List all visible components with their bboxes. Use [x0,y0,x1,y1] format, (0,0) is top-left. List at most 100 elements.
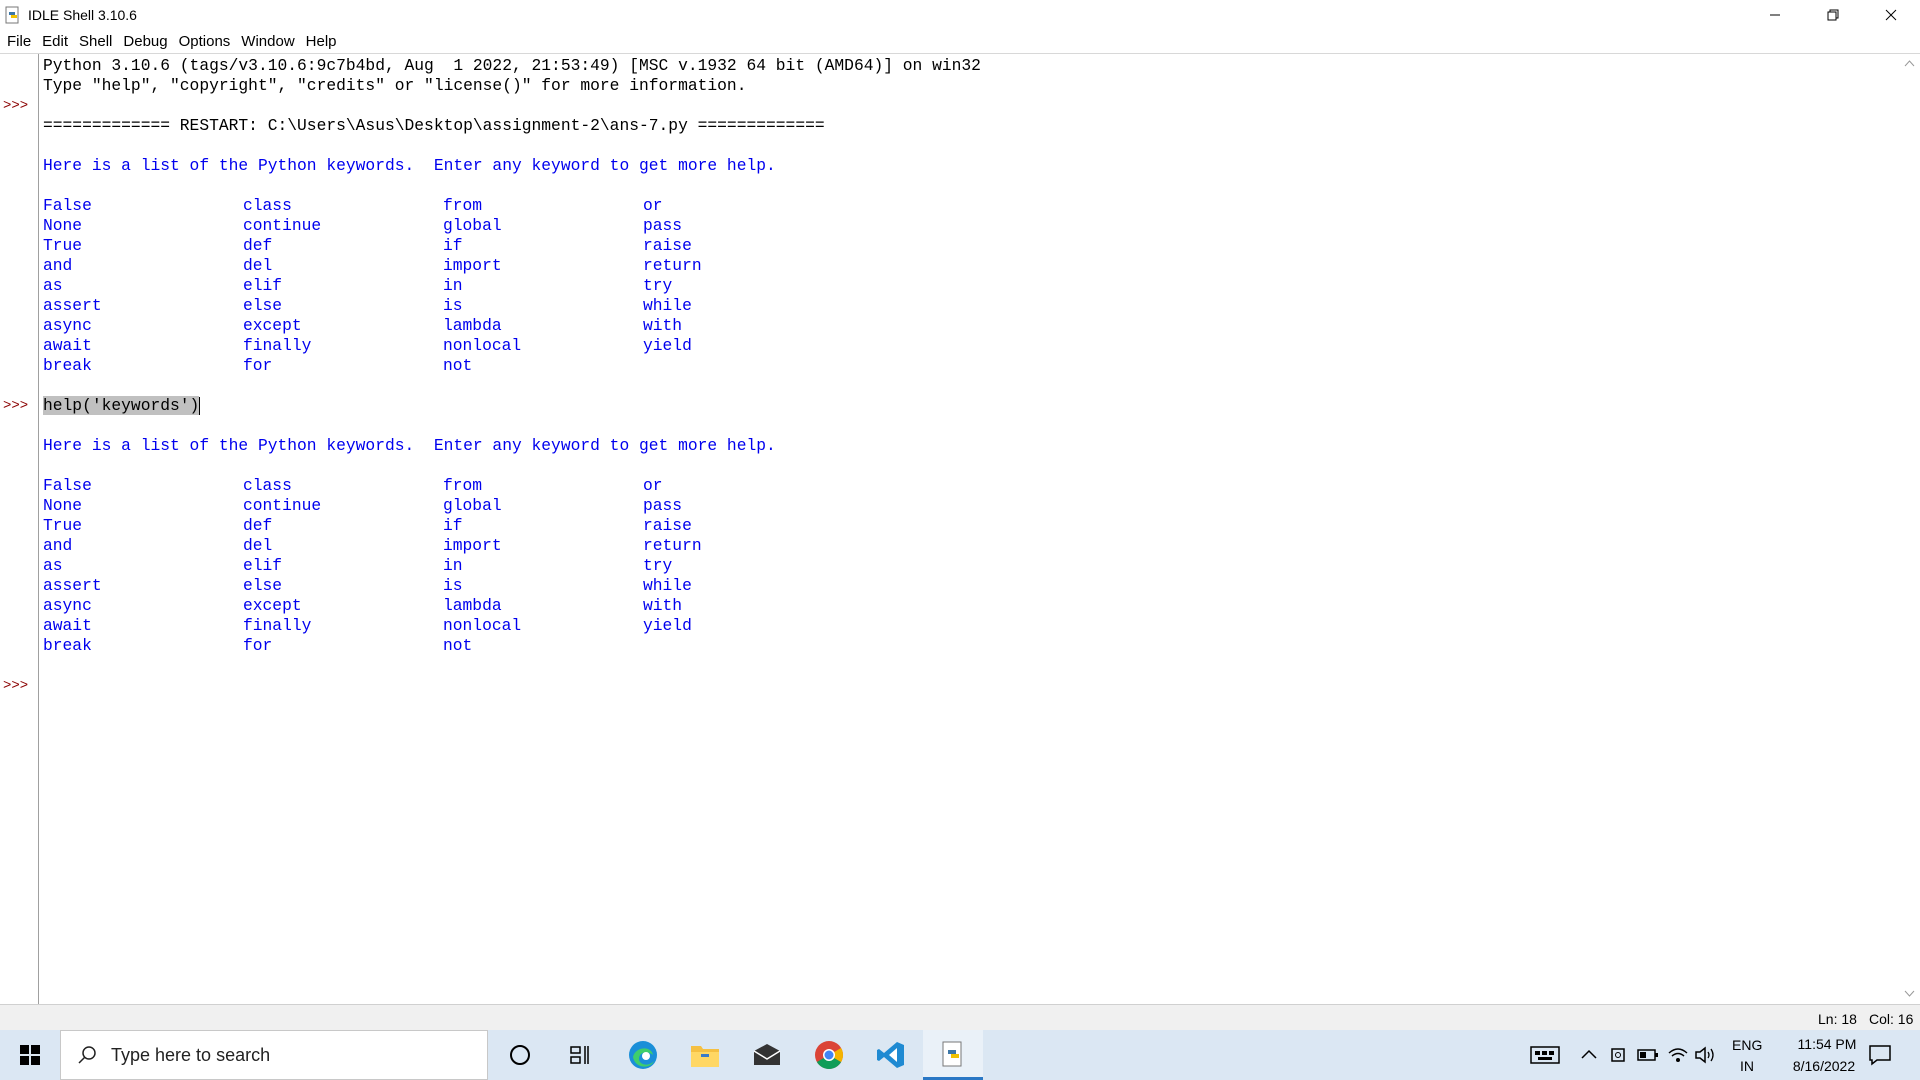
keyword-cell: assert [43,296,102,315]
region-indicator[interactable]: IN [1740,1058,1754,1074]
menu-options[interactable]: Options [173,33,236,50]
start-button[interactable] [0,1030,60,1080]
python-idle-button[interactable] [923,1030,983,1080]
status-bar: Ln: 18 Col: 16 [0,1004,1920,1031]
vscode-button[interactable] [861,1030,921,1080]
file-explorer-button[interactable] [675,1030,735,1080]
keyword-cell: pass [643,496,683,515]
menu-file[interactable]: File [0,33,36,50]
keyword-cell: break [43,356,92,375]
taskbar-search[interactable]: Type here to search [60,1030,488,1080]
keyword-cell: False [43,196,92,215]
clock-date[interactable]: 8/16/2022 [1776,1058,1872,1074]
keyword-cell: finally [243,616,312,635]
keyword-cell: in [443,556,463,575]
keyword-cell: None [43,216,83,235]
keyword-cell: for [243,356,273,375]
column-number: Col: 16 [1869,1011,1914,1027]
minimize-icon [1770,14,1780,16]
task-view-icon [570,1046,589,1064]
keyword-cell: as [43,276,63,295]
window-title: IDLE Shell 3.10.6 [28,7,137,23]
keyword-cell: True [43,236,83,255]
keyword-cell: False [43,476,92,495]
windows-icon [20,1045,40,1065]
keyword-cell: True [43,516,83,535]
minimize-button[interactable] [1746,0,1804,30]
keyword-cell: not [443,636,473,655]
close-button[interactable] [1862,0,1920,30]
cortana-button[interactable] [490,1030,550,1080]
keyword-cell: break [43,636,92,655]
chevron-up-icon[interactable] [1581,1048,1597,1060]
restart-line: ============= RESTART: C:\Users\Asus\Des… [43,116,825,135]
meet-now-icon[interactable] [1610,1045,1628,1065]
menu-debug[interactable]: Debug [117,33,172,50]
text-cursor [199,396,201,415]
taskbar: Type here to search ENG IN 11:54 PM 8/16… [0,1030,1920,1080]
keyword-cell: import [443,256,502,275]
wifi-icon[interactable] [1667,1046,1689,1064]
keyword-cell: else [243,576,283,595]
keyword-cell: from [443,476,483,495]
edge-button[interactable] [613,1030,673,1080]
keyword-cell: except [243,596,302,615]
help-intro: Here is a list of the Python keywords. E… [43,156,776,175]
keyword-cell: class [243,476,292,495]
vertical-scrollbar[interactable] [1899,54,1920,1004]
keyword-cell: in [443,276,463,295]
battery-icon[interactable] [1637,1048,1659,1062]
keyword-cell: return [643,536,702,555]
keyboard-icon[interactable] [1530,1045,1560,1065]
shell-prompt: >>> [3,398,29,414]
keyword-cell: with [643,596,683,615]
keyword-cell: def [243,516,273,535]
keyword-cell: nonlocal [443,616,522,635]
keyword-cell: elif [243,276,283,295]
keyword-cell: global [443,496,502,515]
restore-icon [1827,9,1839,21]
menu-help[interactable]: Help [300,33,342,50]
banner-line: Python 3.10.6 (tags/v3.10.6:9c7b4bd, Aug… [43,56,981,75]
keyword-cell: while [643,576,692,595]
scroll-up-icon[interactable] [1904,60,1915,67]
restore-button[interactable] [1804,0,1862,30]
title-bar: IDLE Shell 3.10.6 [0,0,1920,30]
mail-button[interactable] [737,1030,797,1080]
keyword-cell: yield [643,336,692,355]
keyword-cell: and [43,256,73,275]
keyword-cell: from [443,196,483,215]
keyword-cell: async [43,596,92,615]
help-intro: Here is a list of the Python keywords. E… [43,436,776,455]
search-icon [78,1046,96,1064]
keyword-cell: continue [243,216,322,235]
menu-edit[interactable]: Edit [36,33,73,50]
language-indicator[interactable]: ENG [1732,1037,1762,1053]
chrome-button[interactable] [799,1030,859,1080]
keyword-cell: lambda [443,316,502,335]
shell-text-area[interactable]: Python 3.10.6 (tags/v3.10.6:9c7b4bd, Aug… [39,54,1899,1004]
keyword-cell: nonlocal [443,336,522,355]
keyword-cell: is [443,576,463,595]
volume-icon[interactable] [1694,1046,1716,1064]
keyword-cell: try [643,556,673,575]
menu-window[interactable]: Window [235,33,299,50]
command-line[interactable]: help('keywords') [43,396,201,416]
clock-time[interactable]: 11:54 PM [1782,1036,1872,1052]
shell-prompt: >>> [3,98,29,114]
chrome-icon [815,1041,843,1069]
edge-icon [629,1041,657,1069]
notification-icon[interactable] [1868,1044,1892,1066]
keyword-cell: else [243,296,283,315]
menu-shell[interactable]: Shell [73,33,117,50]
keyword-cell: or [643,196,663,215]
command-text[interactable]: help('keywords') [43,396,200,415]
keyword-cell: return [643,256,702,275]
keyword-cell: None [43,496,83,515]
keyword-cell: def [243,236,273,255]
file-explorer-icon [691,1046,719,1067]
keyword-cell: as [43,556,63,575]
task-view-button[interactable] [550,1030,610,1080]
scroll-down-icon[interactable] [1904,990,1915,997]
vscode-icon [877,1042,904,1068]
